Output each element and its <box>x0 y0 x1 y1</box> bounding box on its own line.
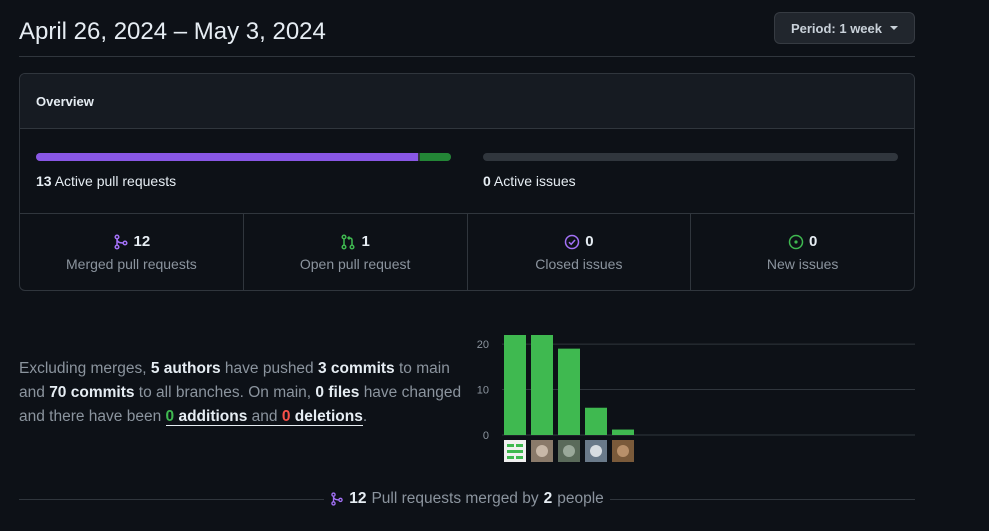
stat-closed-issues[interactable]: 0 Closed issues <box>468 214 692 290</box>
stat-new-issues[interactable]: 0 New issues <box>691 214 914 290</box>
new-issues-label: New issues <box>766 256 839 272</box>
merged-count: 12 <box>349 490 367 507</box>
pull-requests-progress[interactable]: 13 Active pull requests <box>36 153 451 189</box>
active-issues-label: Active issues <box>493 173 576 189</box>
people-count: 2 <box>543 490 553 507</box>
period-label: Period: 1 week <box>790 20 882 36</box>
commit-bar[interactable] <box>585 407 607 435</box>
commits-main-count: 3 commits <box>318 360 395 377</box>
stat-open-prs[interactable]: 1 Open pull request <box>244 214 468 290</box>
stats-row: 12 Merged pull requests 1 Open pull requ… <box>20 214 914 290</box>
pull-requests-bar <box>36 153 451 161</box>
open-segment <box>419 153 451 161</box>
commits-bar-chart: 20 10 0 <box>477 335 915 462</box>
author-avatar[interactable] <box>612 440 634 462</box>
merged-prs-label: Merged pull requests <box>66 256 197 272</box>
author-avatar[interactable] <box>558 440 580 462</box>
author-avatar[interactable] <box>504 440 526 462</box>
y-tick-label: 0 <box>483 430 489 442</box>
merged-prs-divider: 12 Pull requests merged by 2 people <box>19 488 915 510</box>
new-issues-value: 0 <box>808 233 818 250</box>
git-merge-icon <box>330 492 344 506</box>
commit-bar[interactable] <box>531 335 553 435</box>
commit-bar[interactable] <box>504 335 526 435</box>
commit-bar[interactable] <box>558 348 580 435</box>
issues-progress[interactable]: 0 Active issues <box>483 153 898 189</box>
active-pr-label: Active pull requests <box>54 173 177 189</box>
author-avatar[interactable] <box>531 440 553 462</box>
issue-closed-icon <box>564 234 580 250</box>
additions-link[interactable]: 0 additions and 0 deletions <box>165 408 363 426</box>
pulse-header: April 26, 2024 – May 3, 2024 Period: 1 w… <box>19 12 915 57</box>
commit-bar[interactable] <box>612 429 634 435</box>
merged-prs-value: 12 <box>133 233 151 250</box>
overview-panel: Overview 13 Active pull requests 0 Activ… <box>19 73 915 291</box>
issues-bar <box>483 153 898 161</box>
period-dropdown-button[interactable]: Period: 1 week <box>773 12 915 44</box>
stat-merged-prs[interactable]: 12 Merged pull requests <box>20 214 244 290</box>
git-merge-icon <box>113 233 129 250</box>
y-tick-label: 20 <box>477 339 489 351</box>
y-tick-label: 10 <box>477 385 489 397</box>
open-prs-value: 1 <box>361 233 370 250</box>
active-issues-count: 0 <box>483 173 491 189</box>
issue-opened-icon <box>788 234 804 250</box>
active-pr-count: 13 <box>36 173 52 189</box>
git-pull-request-icon <box>340 233 356 250</box>
merged-segment <box>36 153 418 161</box>
progress-row: 13 Active pull requests 0 Active issues <box>20 129 914 214</box>
author-avatar[interactable] <box>585 440 607 462</box>
overview-title: Overview <box>20 74 914 129</box>
commits-all-count: 70 commits <box>49 384 135 401</box>
caret-down-icon <box>890 26 898 30</box>
closed-issues-value: 0 <box>585 233 594 250</box>
authors-count: 5 authors <box>150 360 221 377</box>
open-prs-label: Open pull request <box>299 256 411 272</box>
commits-chart: 20 10 0 <box>474 328 915 464</box>
commit-summary: Excluding merges, 5 authors have pushed … <box>19 360 462 426</box>
closed-issues-label: Closed issues <box>535 256 623 272</box>
files-count: 0 files <box>315 384 360 401</box>
date-range-title: April 26, 2024 – May 3, 2024 <box>19 18 326 45</box>
